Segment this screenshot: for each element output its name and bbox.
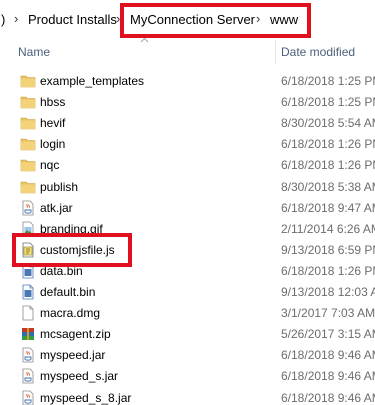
java-jar-icon [20,390,36,405]
folder-icon [20,115,36,131]
file-name: myspeed_s.jar [40,369,119,384]
java-jar-icon [20,200,36,216]
file-name: example_templates [40,74,145,88]
file-name: macra.dmg [40,306,101,321]
file-row[interactable]: atk.jar 6/18/2018 9:47 AM [0,198,375,219]
java-jar-icon [20,347,36,363]
file-row[interactable]: hbss 6/18/2018 1:25 PM [0,92,375,113]
file-row[interactable]: macra.dmg 3/1/2017 7:03 AM [0,303,375,324]
file-name: mcsagent.zip [40,327,111,342]
file-row[interactable]: example_templates 6/18/2018 1:25 PM [0,71,375,92]
file-name: nqc [40,158,60,173]
folder-icon [20,94,36,110]
file-date-modified: 6/18/2018 9:47 AM [281,200,375,215]
file-name: myspeed_s_8.jar [40,390,132,405]
file-highlight-box [12,233,132,267]
file-date-modified: 6/18/2018 1:25 PM [281,95,375,110]
file-date-modified: 6/18/2018 9:46 AM [281,390,375,405]
file-row[interactable]: login 6/18/2018 1:26 PM [0,134,375,155]
file-date-modified: 8/30/2018 5:54 AM [281,116,375,131]
file-name: hevif [40,116,66,131]
file-date-modified: 6/18/2018 1:26 PM [281,137,375,152]
column-divider[interactable] [275,40,276,64]
breadcrumb-item-product-installs[interactable]: Product Installs [28,12,117,27]
file-date-modified: 9/13/2018 6:59 PM [281,242,375,257]
file-date-modified: 6/18/2018 1:25 PM [281,74,375,88]
file-row[interactable]: myspeed_s_8.jar 6/18/2018 9:46 AM [0,388,375,405]
breadcrumb-truncated-fragment: ) [1,12,6,27]
column-header-row: Name Date modified [0,37,375,66]
file-row[interactable]: nqc 6/18/2018 1:26 PM [0,155,375,176]
column-header-date-modified[interactable]: Date modified [281,45,355,59]
column-header-name[interactable]: Name [18,45,50,59]
file-row[interactable]: default.bin 9/13/2018 12:03 AM [0,282,375,303]
file-row[interactable]: mcsagent.zip 5/26/2017 3:15 AM [0,324,375,345]
file-name: myspeed.jar [40,348,106,363]
file-name: atk.jar [40,200,73,215]
breadcrumb-highlight-box [120,3,311,38]
file-date-modified: 6/18/2018 1:26 PM [281,158,375,173]
file-row[interactable]: myspeed_s.jar 6/18/2018 9:46 AM [0,366,375,387]
file-row[interactable]: publish 8/30/2018 5:38 AM [0,177,375,198]
file-row[interactable]: hevif 8/30/2018 5:54 AM [0,113,375,134]
file-name: hbss [40,95,66,110]
breadcrumb-separator-icon: › [14,11,19,26]
file-date-modified: 6/18/2018 9:46 AM [281,348,375,363]
file-name: publish [40,179,79,194]
file-date-modified: 2/11/2014 6:26 AM [281,221,375,236]
folder-icon [20,179,36,195]
file-date-modified: 5/26/2017 3:15 AM [281,327,375,342]
file-date-modified: 6/18/2018 9:46 AM [281,369,375,384]
zip-archive-icon [20,326,36,342]
file-date-modified: 9/13/2018 12:03 AM [281,285,375,299]
generic-file-icon [20,305,36,321]
file-name: login [40,137,66,152]
file-row[interactable]: myspeed.jar 6/18/2018 9:46 AM [0,345,375,366]
file-date-modified: 3/1/2017 7:03 AM [281,306,375,321]
binary-file-icon [20,284,36,300]
file-name: default.bin [40,285,96,299]
file-date-modified: 8/30/2018 5:38 AM [281,179,375,194]
folder-icon [20,136,36,152]
folder-icon [20,73,36,89]
java-jar-icon [20,368,36,384]
file-date-modified: 6/18/2018 1:26 PM [281,263,375,278]
folder-icon [20,157,36,173]
